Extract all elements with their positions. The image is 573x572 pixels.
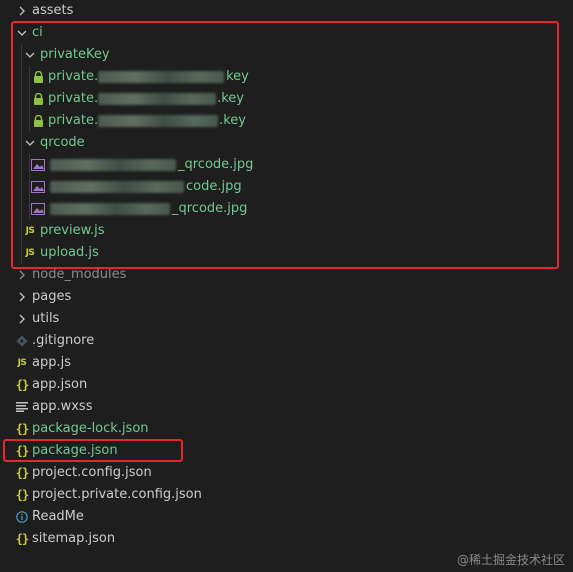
json-file-icon: {} — [15, 378, 29, 392]
info-icon — [14, 506, 30, 528]
file-name: package-lock.json — [32, 421, 149, 436]
file-project-private-config-json[interactable]: {} project.private.config.json — [0, 484, 560, 506]
watermark: @稀土掘金技术社区 — [456, 553, 565, 567]
file-sitemap-json[interactable]: {} sitemap.json — [0, 528, 560, 550]
file-name: app.wxss — [32, 399, 93, 414]
json-file-icon: {} — [15, 422, 29, 436]
file-project-config-json[interactable]: {} project.config.json — [0, 462, 560, 484]
chevron-right-icon — [14, 286, 30, 308]
file-app-wxss[interactable]: app.wxss — [0, 396, 560, 418]
file-name: ReadMe — [32, 509, 84, 524]
file-package-lock-json[interactable]: {} package-lock.json — [0, 418, 560, 440]
folder-label: utils — [32, 311, 60, 326]
json-file-icon: {} — [15, 488, 29, 502]
javascript-file-icon: JS — [17, 358, 27, 368]
file-name: project.private.config.json — [32, 487, 202, 502]
file-readme[interactable]: ReadMe — [0, 506, 560, 528]
folder-label: assets — [32, 3, 74, 18]
folder-utils[interactable]: utils — [0, 308, 560, 330]
json-file-icon: {} — [15, 466, 29, 480]
file-app-json[interactable]: {} app.json — [0, 374, 560, 396]
file-name: project.config.json — [32, 465, 152, 480]
folder-pages[interactable]: pages — [0, 286, 560, 308]
file-gitignore[interactable]: .gitignore — [0, 330, 560, 352]
folder-label: pages — [32, 289, 72, 304]
file-name: app.json — [32, 377, 88, 392]
file-name: .gitignore — [32, 333, 95, 348]
json-file-icon: {} — [15, 532, 29, 546]
file-explorer-tree: assets ci privateKey private. key privat… — [0, 0, 573, 572]
file-app-js[interactable]: JS app.js — [0, 352, 560, 374]
git-icon — [14, 330, 30, 352]
text-lines-icon — [14, 396, 30, 418]
file-name: app.js — [32, 355, 71, 370]
highlight-box-ci-folder — [11, 21, 559, 269]
file-name: sitemap.json — [32, 531, 116, 546]
chevron-right-icon — [14, 0, 30, 22]
highlight-box-package-json — [3, 439, 183, 462]
folder-assets[interactable]: assets — [0, 0, 560, 22]
chevron-right-icon — [14, 308, 30, 330]
